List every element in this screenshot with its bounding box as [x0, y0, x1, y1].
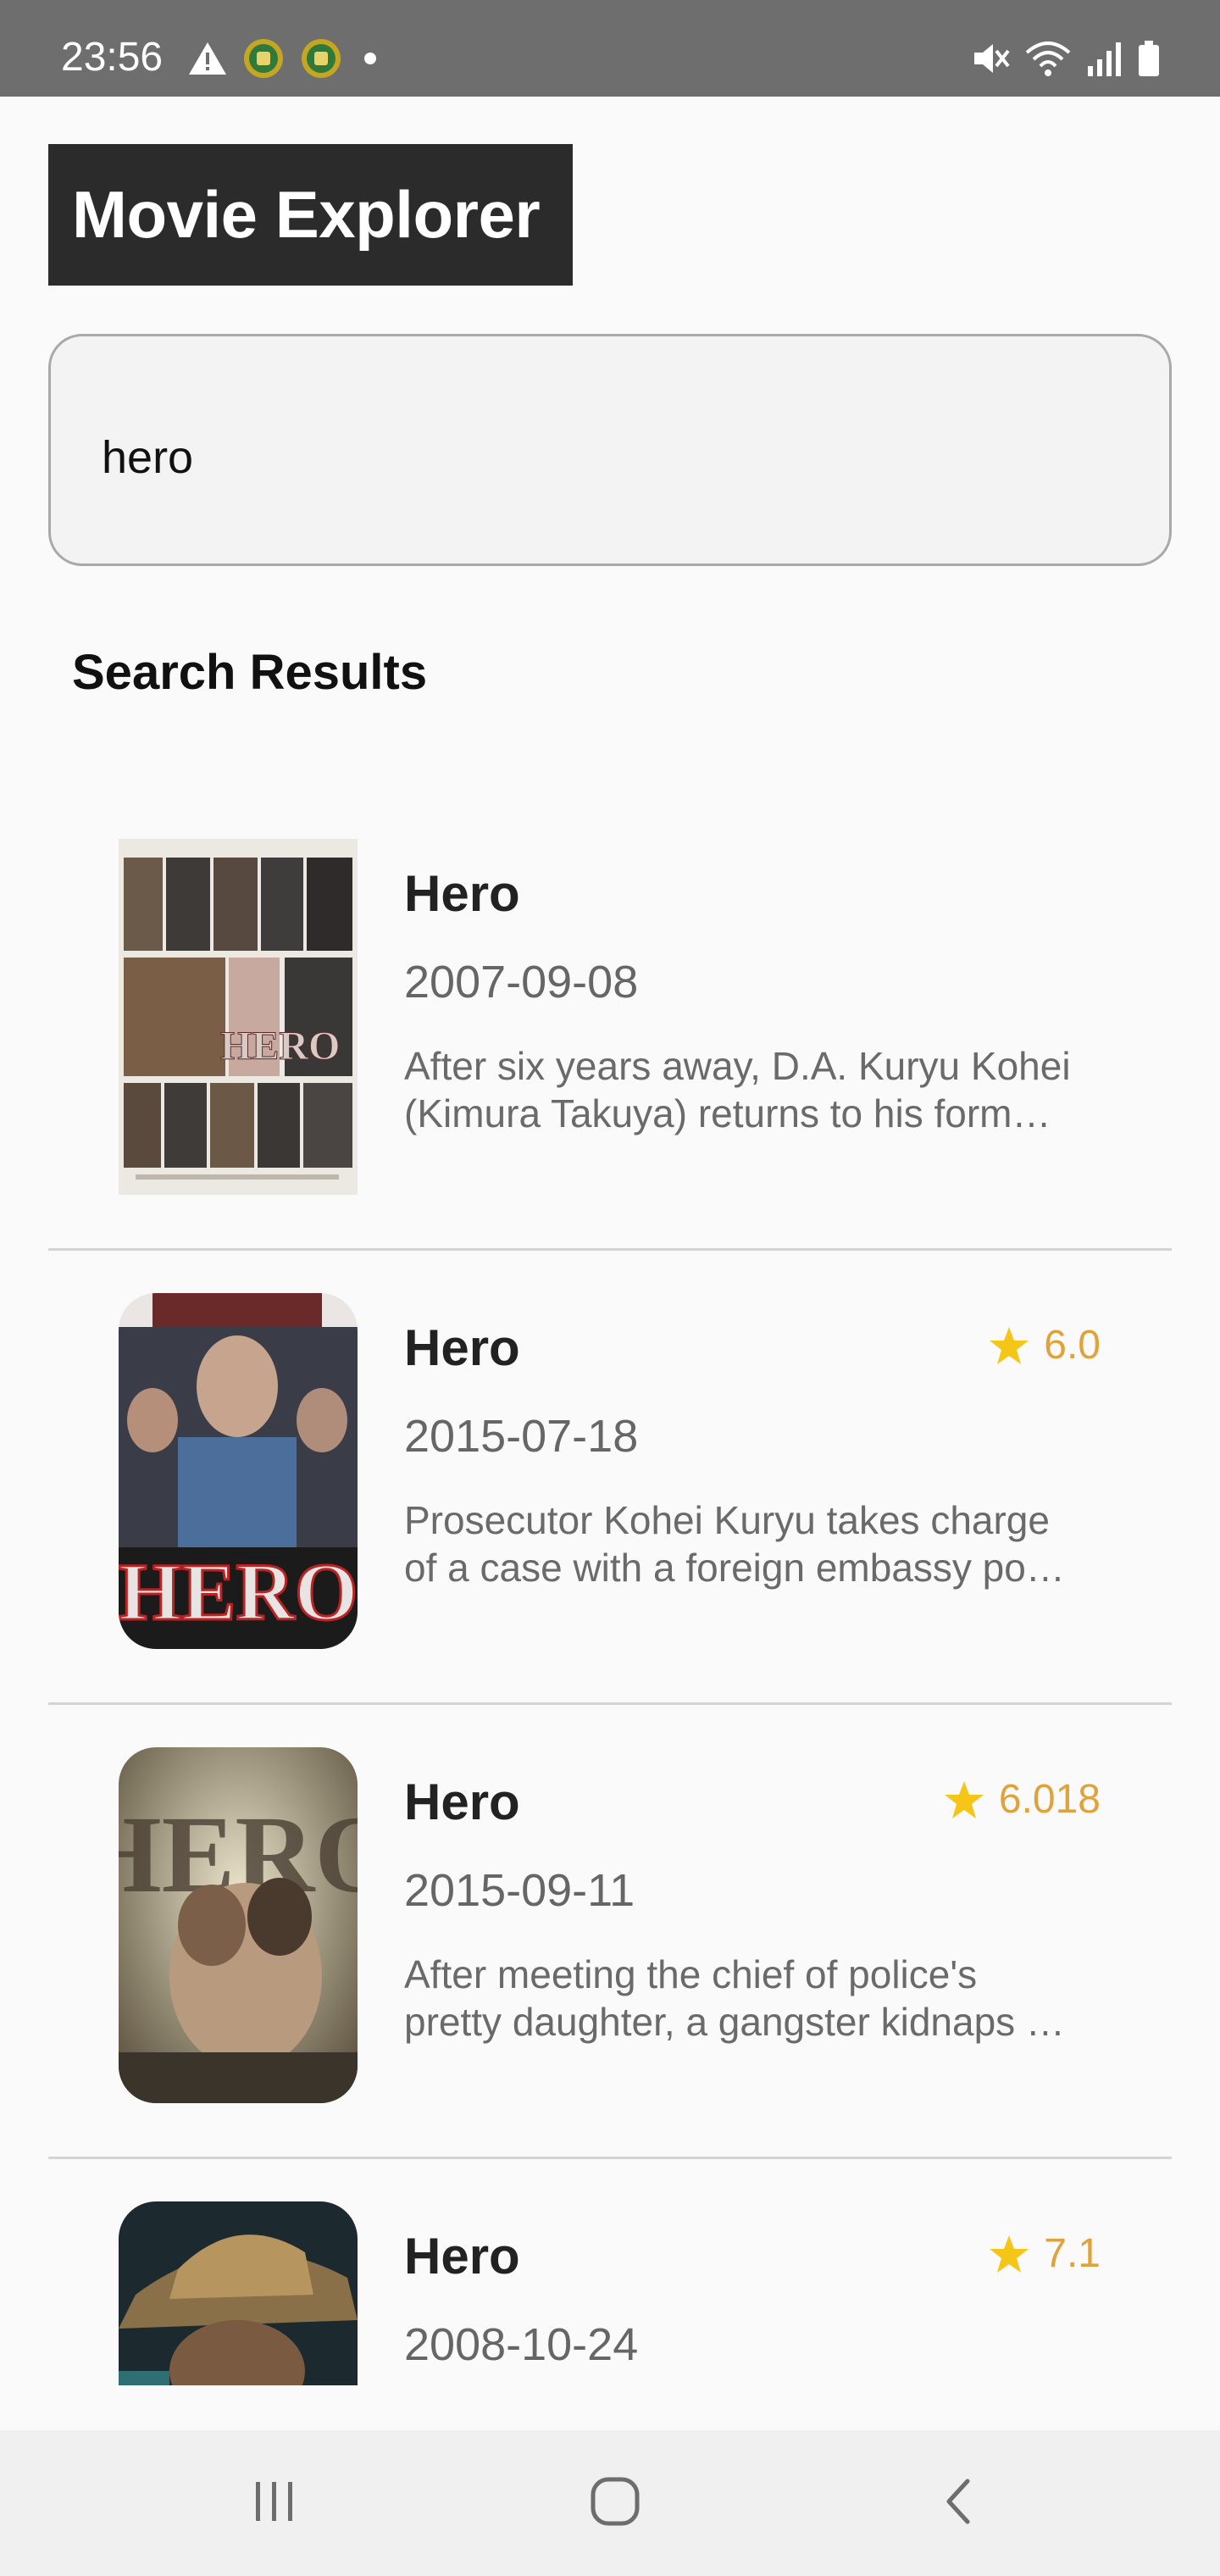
recent-apps-icon — [256, 2482, 292, 2521]
movie-title: Hero — [404, 2228, 520, 2285]
star-icon — [944, 1780, 984, 1818]
star-icon — [990, 2235, 1029, 2273]
system-nav-bar — [0, 2430, 1220, 2576]
app-notification-icon — [244, 39, 283, 78]
movie-title: Hero — [404, 865, 520, 922]
svg-text:HERO: HERO — [119, 1546, 358, 1637]
movie-rating: 6.018 — [943, 1776, 1101, 1823]
poster-image — [119, 2201, 358, 2385]
movie-poster — [119, 2201, 358, 2385]
result-row[interactable]: HERO Hero 2007-09-08 After six years awa… — [48, 797, 1172, 1251]
movie-overview: After meeting the chief of police's pret… — [404, 1952, 1065, 2044]
mute-icon — [974, 44, 1010, 73]
status-left-icons — [188, 37, 383, 80]
movie-rating: 7.1 — [988, 2230, 1101, 2277]
poster-image: HERO — [119, 839, 358, 1195]
movie-title: Hero — [404, 1774, 520, 1830]
movie-title: Hero — [404, 1319, 520, 1376]
movie-overview: Prosecutor Kohei Kuryu takes charge of a… — [404, 1498, 1065, 1590]
recent-apps-button[interactable] — [232, 2468, 317, 2535]
warning-icon — [189, 42, 226, 75]
home-button[interactable] — [573, 2468, 657, 2535]
wifi-icon — [1025, 42, 1071, 76]
movie-release-date: 2008-10-24 — [404, 2319, 639, 2370]
rating-value: 7.1 — [1044, 2231, 1101, 2276]
status-bar: 23:56 — [0, 0, 1220, 97]
rating-value: 6.0 — [1044, 1323, 1101, 1368]
result-row[interactable]: Hero 7.1 2008-10-24 — [48, 2159, 1172, 2385]
movie-release-date: 2015-09-11 — [404, 1865, 635, 1916]
result-row[interactable]: HERO Hero 6.0 2015-07-18 Prosecutor Kohe… — [48, 1251, 1172, 1705]
app-notification-icon — [302, 39, 341, 78]
movie-release-date: 2015-07-18 — [404, 1411, 639, 1462]
movie-rating: 6.0 — [988, 1322, 1101, 1368]
movie-overview: After six years away, D.A. Kuryu Kohei (… — [404, 1044, 1071, 1135]
home-icon — [591, 2477, 640, 2526]
signal-icon — [1088, 42, 1121, 76]
dot-icon — [364, 53, 376, 64]
movie-poster: HERO — [119, 839, 358, 1195]
back-icon — [946, 2479, 970, 2524]
app-title: Movie Explorer — [72, 177, 541, 252]
app-title-bar: Movie Explorer — [48, 144, 573, 286]
movie-release-date: 2007-09-08 — [404, 957, 639, 1008]
star-icon — [990, 1326, 1029, 1364]
poster-image: HERO — [119, 1747, 358, 2103]
poster-image: HERO — [119, 1293, 358, 1649]
search-box[interactable] — [48, 334, 1172, 566]
results-list[interactable]: HERO Hero 2007-09-08 After six years awa… — [48, 797, 1172, 2385]
rating-value: 6.018 — [998, 1777, 1101, 1822]
status-right-icons — [971, 36, 1161, 81]
movie-poster: HERO — [119, 1747, 358, 2103]
movie-poster: HERO — [119, 1293, 358, 1649]
results-heading: Search Results — [72, 645, 428, 700]
svg-text:HERO: HERO — [220, 1024, 340, 1069]
back-button[interactable] — [915, 2468, 1000, 2535]
search-input[interactable] — [102, 431, 1118, 484]
status-time: 23:56 — [61, 35, 164, 80]
result-row[interactable]: HERO Hero 6.018 2015-09-11 After meeting… — [48, 1705, 1172, 2159]
battery-icon — [1139, 41, 1159, 76]
